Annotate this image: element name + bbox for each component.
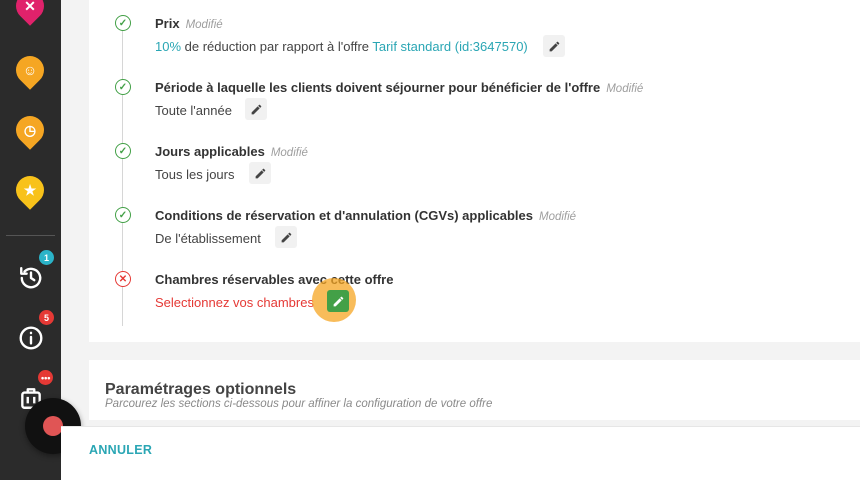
step-title-prix: Prix Modifié — [155, 16, 223, 31]
history-icon[interactable] — [18, 265, 44, 291]
step-title-chambres: Chambres réservables avec cette offre — [155, 272, 393, 287]
step-value-conditions: De l'établissement — [155, 231, 261, 246]
step-title-periode: Période à laquelle les clients doivent s… — [155, 80, 643, 95]
pencil-icon — [281, 232, 291, 242]
star-icon: ★ — [23, 181, 37, 198]
more-badge: ••• — [38, 370, 54, 385]
edit-prix-button[interactable] — [543, 35, 565, 57]
cancel-button[interactable]: ANNULER — [89, 443, 152, 457]
pencil-icon — [549, 41, 559, 51]
step-value-prix: 10% de réduction par rapport à l'offre T… — [155, 39, 528, 54]
modified-label: Modifié — [538, 211, 577, 223]
discount-value: 10% — [155, 39, 182, 54]
step-title-text: Chambres réservables avec cette offre — [155, 272, 394, 287]
step-title-jours: Jours applicables Modifié — [155, 144, 308, 159]
edit-conditions-button[interactable] — [275, 226, 297, 248]
check-icon: ✓ — [115, 143, 131, 159]
tools-icon: ✕ — [24, 0, 36, 14]
history-badge: 1 — [39, 250, 54, 265]
step-value-jours: Tous les jours — [155, 167, 235, 182]
star-pin[interactable]: ★ — [10, 170, 50, 210]
discount-text: de réduction par rapport à l'offre — [181, 39, 373, 54]
edit-periode-button[interactable] — [245, 98, 267, 120]
clock-icon: ◷ — [23, 121, 37, 138]
edit-chambres-button[interactable] — [327, 290, 349, 312]
edit-jours-button[interactable] — [249, 162, 271, 184]
error-icon: ✕ — [115, 271, 131, 287]
bed-pin[interactable]: ☺ — [10, 50, 50, 90]
step-title-conditions: Conditions de réservation et d'annulatio… — [155, 208, 576, 223]
step-value-periode: Toute l'année — [155, 103, 232, 118]
base-rate-link[interactable]: Tarif standard (id:3647570) — [372, 39, 527, 54]
step-title-text: Jours applicables — [155, 144, 265, 159]
clock-pin[interactable]: ◷ — [10, 110, 50, 150]
step-value-chambres: Selectionnez vos chambres — [155, 295, 314, 310]
sidebar: ✕ ☺ ◷ ★ 1 5 ••• — [0, 0, 81, 480]
optional-settings-subtitle: Parcourez les sections ci-dessous pour a… — [105, 398, 493, 410]
offers-pin[interactable]: ✕ — [10, 0, 50, 26]
check-icon: ✓ — [115, 207, 131, 223]
step-title-text: Prix — [155, 16, 180, 31]
step-title-text: Conditions de réservation et d'annulatio… — [155, 208, 533, 223]
step-title-text: Période à laquelle les clients doivent s… — [155, 80, 601, 95]
pencil-icon — [251, 104, 261, 114]
check-icon: ✓ — [115, 15, 131, 31]
info-icon[interactable] — [18, 325, 44, 351]
sidebar-divider — [6, 235, 55, 236]
pencil-icon — [333, 296, 343, 306]
modified-label: Modifié — [606, 83, 644, 95]
modified-label: Modifié — [185, 19, 223, 31]
modified-label: Modifié — [270, 147, 308, 159]
check-icon: ✓ — [115, 79, 131, 95]
pencil-icon — [255, 168, 265, 178]
optional-settings-title: Paramétrages optionnels — [105, 381, 297, 398]
bed-icon: ☺ — [22, 62, 38, 78]
footer-bar — [61, 426, 860, 480]
record-icon — [43, 416, 63, 436]
info-badge: 5 — [39, 310, 54, 325]
